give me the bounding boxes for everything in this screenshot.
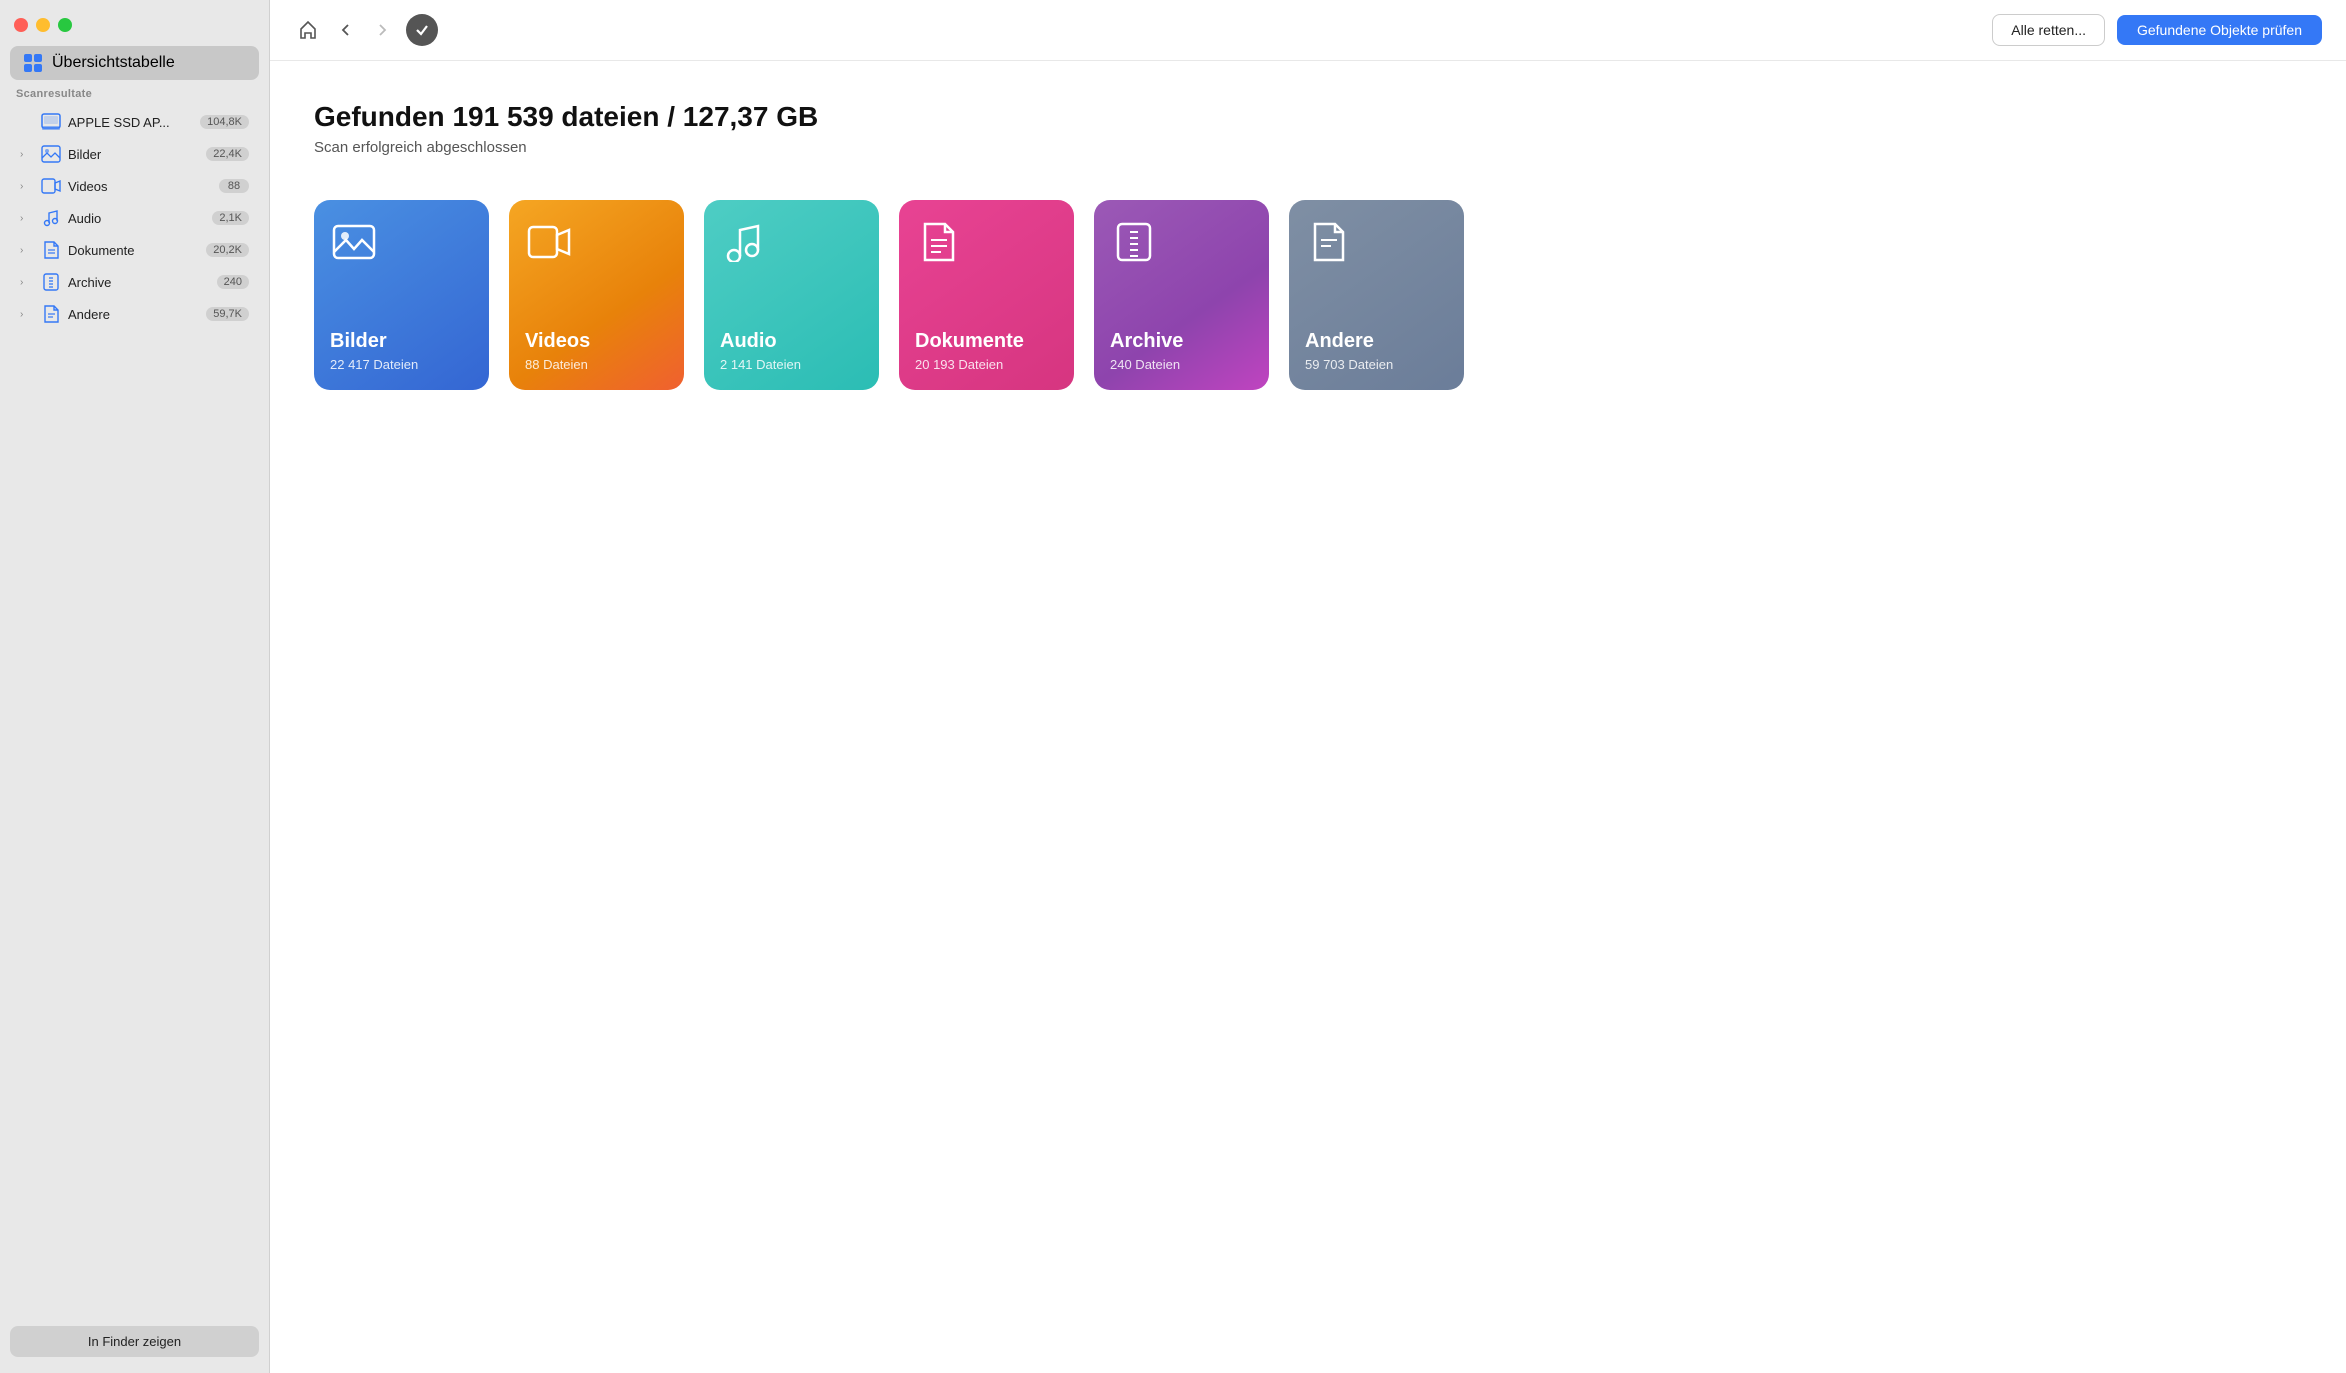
sidebar-item-dokumente[interactable]: › Dokumente 20,2K bbox=[6, 234, 263, 266]
sidebar-item-drive[interactable]: APPLE SSD AP... 104,8K bbox=[6, 106, 263, 138]
grid-icon bbox=[24, 54, 42, 72]
andere-card-label: Andere bbox=[1305, 330, 1448, 353]
overview-label: Übersichtstabelle bbox=[52, 54, 175, 72]
alle-retten-button[interactable]: Alle retten... bbox=[1992, 14, 2105, 46]
archive-card-icon bbox=[1112, 222, 1156, 262]
other-icon bbox=[40, 303, 62, 325]
archive-card-count: 240 Dateien bbox=[1110, 357, 1253, 372]
archive-icon bbox=[40, 271, 62, 293]
andere-label: Andere bbox=[68, 307, 200, 322]
titlebar bbox=[0, 0, 269, 42]
sidebar-item-andere[interactable]: › Andere 59,7K bbox=[6, 298, 263, 330]
main-content: Gefunden 191 539 dateien / 127,37 GB Sca… bbox=[270, 61, 2346, 1373]
sidebar-footer: In Finder zeigen bbox=[0, 1310, 269, 1373]
toolbar: Alle retten... Gefundene Objekte prüfen bbox=[270, 0, 2346, 61]
overview-button[interactable]: Übersichtstabelle bbox=[10, 46, 259, 80]
videos-label: Videos bbox=[68, 179, 213, 194]
back-button[interactable] bbox=[334, 18, 358, 42]
andere-badge: 59,7K bbox=[206, 307, 249, 321]
archive-label: Archive bbox=[68, 275, 211, 290]
card-dokumente[interactable]: Dokumente 20 193 Dateien bbox=[899, 200, 1074, 390]
card-audio[interactable]: Audio 2 141 Dateien bbox=[704, 200, 879, 390]
chevron-icon: › bbox=[20, 309, 34, 320]
cards-grid: Bilder 22 417 Dateien Videos 88 Dateien bbox=[314, 200, 2302, 390]
dokumente-card-label: Dokumente bbox=[915, 330, 1058, 353]
videos-card-icon bbox=[527, 222, 571, 262]
drive-label: APPLE SSD AP... bbox=[68, 115, 194, 130]
sidebar-item-bilder[interactable]: › Bilder 22,4K bbox=[6, 138, 263, 170]
home-button[interactable] bbox=[294, 16, 322, 44]
disk-icon bbox=[40, 111, 62, 133]
finder-button[interactable]: In Finder zeigen bbox=[10, 1326, 259, 1357]
andere-card-count: 59 703 Dateien bbox=[1305, 357, 1448, 372]
document-icon bbox=[40, 239, 62, 261]
dokumente-card-icon bbox=[917, 222, 961, 262]
card-videos[interactable]: Videos 88 Dateien bbox=[509, 200, 684, 390]
video-icon bbox=[40, 175, 62, 197]
close-button[interactable] bbox=[14, 18, 28, 32]
andere-card-icon bbox=[1307, 222, 1351, 262]
chevron-icon: › bbox=[20, 181, 34, 192]
bilder-badge: 22,4K bbox=[206, 147, 249, 161]
chevron-icon: › bbox=[20, 245, 34, 256]
sidebar-item-archive[interactable]: › Archive 240 bbox=[6, 266, 263, 298]
check-icon bbox=[406, 14, 438, 46]
sidebar: Übersichtstabelle Scanresultate APPLE SS… bbox=[0, 0, 270, 1373]
forward-button[interactable] bbox=[370, 18, 394, 42]
sidebar-item-videos[interactable]: › Videos 88 bbox=[6, 170, 263, 202]
minimize-button[interactable] bbox=[36, 18, 50, 32]
videos-card-count: 88 Dateien bbox=[525, 357, 668, 372]
chevron-icon: › bbox=[20, 277, 34, 288]
card-andere[interactable]: Andere 59 703 Dateien bbox=[1289, 200, 1464, 390]
main-area: Alle retten... Gefundene Objekte prüfen … bbox=[270, 0, 2346, 1373]
archive-badge: 240 bbox=[217, 275, 249, 289]
bilder-label: Bilder bbox=[68, 147, 200, 162]
zoom-button[interactable] bbox=[58, 18, 72, 32]
audio-card-icon bbox=[722, 222, 766, 262]
audio-card-label: Audio bbox=[720, 330, 863, 353]
page-title: Gefunden 191 539 dateien / 127,37 GB bbox=[314, 101, 2302, 133]
bilder-card-icon bbox=[332, 222, 376, 262]
bilder-card-count: 22 417 Dateien bbox=[330, 357, 473, 372]
videos-card-label: Videos bbox=[525, 330, 668, 353]
sidebar-section-label: Scanresultate bbox=[0, 88, 269, 106]
page-subtitle: Scan erfolgreich abgeschlossen bbox=[314, 139, 2302, 156]
sidebar-item-audio[interactable]: › Audio 2,1K bbox=[6, 202, 263, 234]
archive-card-label: Archive bbox=[1110, 330, 1253, 353]
audio-label: Audio bbox=[68, 211, 206, 226]
dokumente-badge: 20,2K bbox=[206, 243, 249, 257]
bilder-card-label: Bilder bbox=[330, 330, 473, 353]
audio-badge: 2,1K bbox=[212, 211, 249, 225]
card-archive[interactable]: Archive 240 Dateien bbox=[1094, 200, 1269, 390]
card-bilder[interactable]: Bilder 22 417 Dateien bbox=[314, 200, 489, 390]
image-icon bbox=[40, 143, 62, 165]
drive-badge: 104,8K bbox=[200, 115, 249, 129]
videos-badge: 88 bbox=[219, 179, 249, 193]
dokumente-label: Dokumente bbox=[68, 243, 200, 258]
dokumente-card-count: 20 193 Dateien bbox=[915, 357, 1058, 372]
audio-card-count: 2 141 Dateien bbox=[720, 357, 863, 372]
gefundene-objekte-button[interactable]: Gefundene Objekte prüfen bbox=[2117, 15, 2322, 45]
chevron-icon: › bbox=[20, 213, 34, 224]
chevron-icon: › bbox=[20, 149, 34, 160]
audio-icon bbox=[40, 207, 62, 229]
